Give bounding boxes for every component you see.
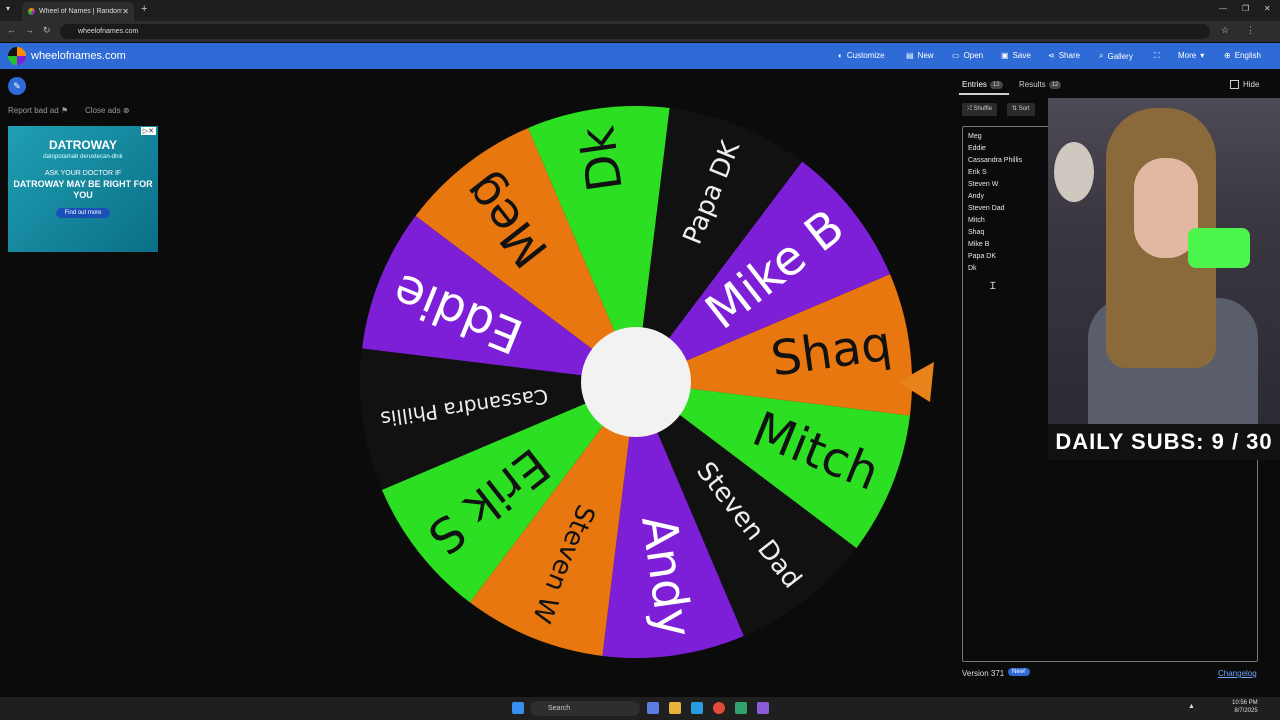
daily-subs-counter: DAILY SUBS: 9 / 30 <box>1048 424 1280 460</box>
hide-label: Hide <box>1243 80 1260 89</box>
background-figure <box>1054 142 1094 202</box>
entry-line: Meg <box>968 133 982 140</box>
tab-entries[interactable]: Entries 12 <box>962 80 1003 89</box>
webcam-overlay <box>1048 98 1280 424</box>
active-tab-indicator <box>959 93 1009 95</box>
entry-line: Dk <box>968 265 977 272</box>
version-label: Version 371 <box>962 669 1005 678</box>
entry-line: Eddie <box>968 145 986 152</box>
entry-line: Steven W <box>968 181 999 188</box>
wheel-center-hub[interactable] <box>581 327 691 437</box>
entry-line: Andy <box>968 193 984 200</box>
text-cursor-icon: Ɪ <box>990 281 996 292</box>
entries-count-badge: 12 <box>989 80 1003 89</box>
entry-line: Mike B <box>968 241 990 248</box>
microphone <box>1188 228 1250 268</box>
copilot-icon[interactable] <box>647 702 659 714</box>
shuffle-button[interactable]: ⤮ Shuffle <box>962 103 998 116</box>
entry-line: Cassandra Phillis <box>968 157 1023 164</box>
entry-line: Erik S <box>968 169 987 176</box>
start-icon[interactable] <box>512 702 524 714</box>
tab-results[interactable]: Results 12 <box>1019 80 1062 89</box>
windows-taskbar: Search ▲ 10:56 PM 8/7/2025 <box>0 697 1280 720</box>
shuffle-icon: ⤮ <box>967 106 972 112</box>
edge-icon[interactable] <box>691 702 703 714</box>
sort-button[interactable]: ⇅ Sort <box>1007 103 1035 116</box>
new-badge[interactable]: New! <box>1008 668 1030 676</box>
taskbar-search[interactable]: Search <box>530 701 640 716</box>
sort-icon: ⇅ <box>1012 106 1018 112</box>
shuffle-label: Shuffle <box>973 106 993 112</box>
taskbar-search-label: Search <box>548 705 571 712</box>
results-count-badge: 12 <box>1048 80 1062 89</box>
wheel-segment-label: Dk <box>569 123 633 195</box>
chrome-icon[interactable] <box>713 702 725 714</box>
file-explorer-icon[interactable] <box>669 702 681 714</box>
entry-line: Mitch <box>968 217 985 224</box>
checkbox-icon <box>1230 80 1239 89</box>
entries-tab-label: Entries <box>962 80 987 89</box>
hide-checkbox[interactable]: Hide <box>1230 80 1259 89</box>
clock-time: 10:56 PM <box>1232 700 1258 706</box>
sort-label: Sort <box>1018 106 1030 112</box>
app-icon[interactable] <box>735 702 747 714</box>
entry-line: Steven Dad <box>968 205 1005 212</box>
entry-line: Shaq <box>968 229 985 236</box>
tray-chevron-icon[interactable]: ▲ <box>1188 703 1198 713</box>
clock-date: 8/7/2025 <box>1234 708 1258 714</box>
entry-line: Papa DK <box>968 253 997 260</box>
system-clock[interactable]: 10:56 PM 8/7/2025 <box>1232 699 1258 715</box>
changelog-link[interactable]: Changelog <box>1218 669 1257 678</box>
obs-icon[interactable] <box>757 702 769 714</box>
results-tab-label: Results <box>1019 80 1046 89</box>
